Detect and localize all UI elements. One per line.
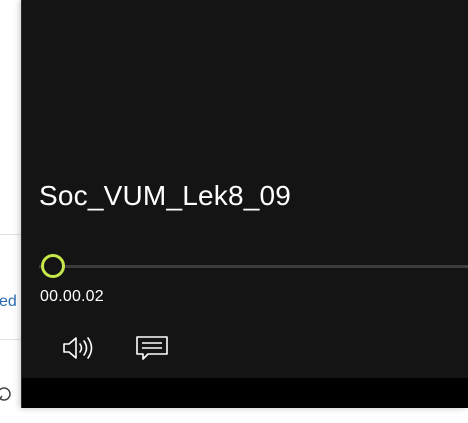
background-divider: [0, 339, 22, 340]
seek-bar[interactable]: [39, 265, 468, 268]
background-app-window: ed: [0, 0, 22, 423]
volume-button[interactable]: [58, 330, 98, 370]
video-title: Soc_VUM_Lek8_09: [39, 180, 292, 211]
background-divider: [0, 234, 22, 235]
captions-button[interactable]: [132, 330, 172, 370]
background-link-fragment[interactable]: ed: [0, 293, 17, 311]
closed-captions-icon: [135, 333, 169, 368]
media-player-window: Soc_VUM_Lek8_09 00.00.02: [22, 0, 468, 408]
speaker-volume-icon: [61, 334, 95, 367]
player-bottom-bar: [22, 378, 468, 408]
elapsed-time: 00.00.02: [40, 288, 104, 305]
seek-thumb[interactable]: [41, 254, 65, 278]
search-icon[interactable]: [0, 386, 12, 403]
